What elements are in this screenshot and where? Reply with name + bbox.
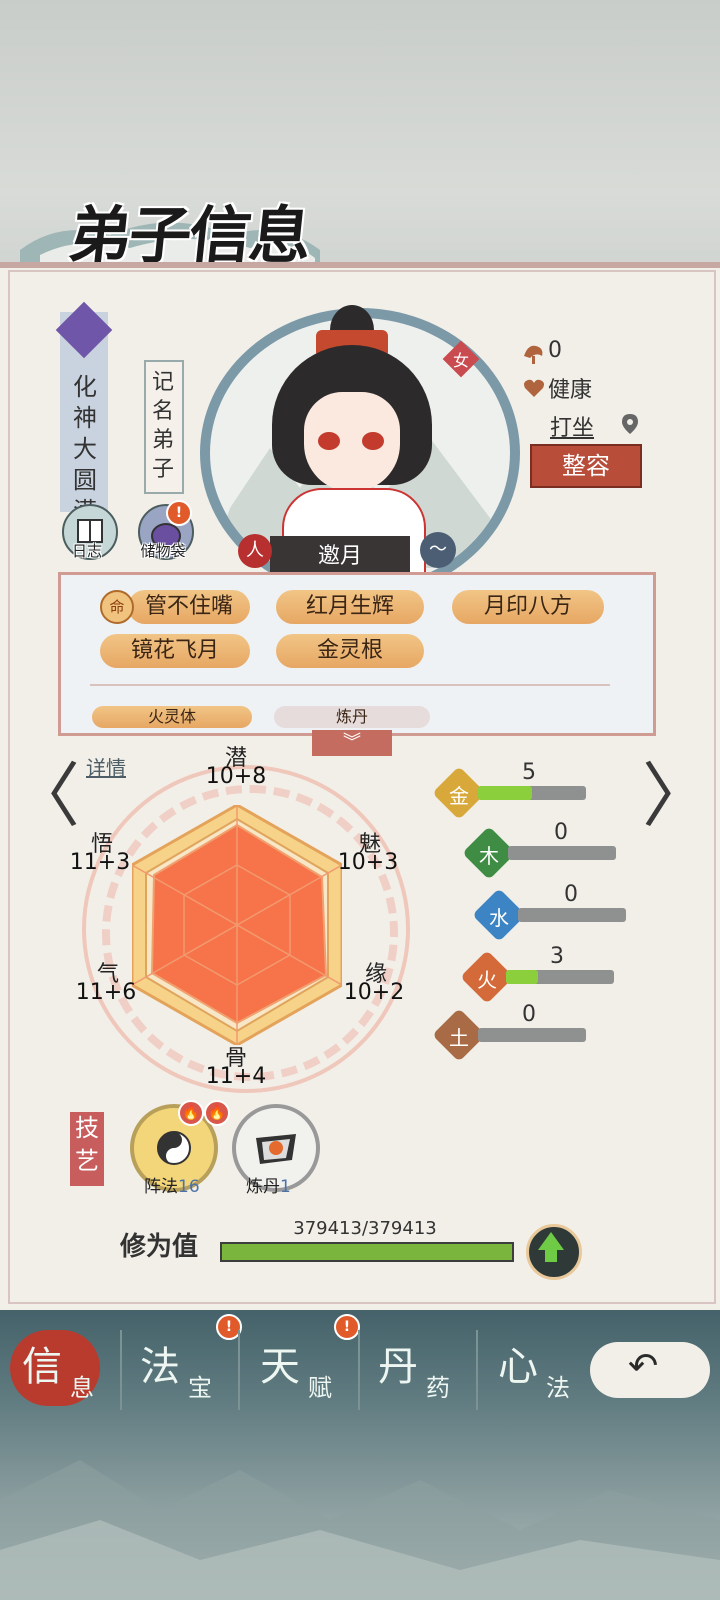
element-value: 3 xyxy=(550,944,564,969)
bag-alert-badge: ! xyxy=(166,500,192,526)
character-face xyxy=(304,392,400,492)
skills-tag: 技艺 xyxy=(70,1112,104,1186)
tab-divider xyxy=(358,1330,360,1410)
trait-chip[interactable]: 管不住嘴 xyxy=(128,590,250,624)
element-value: 0 xyxy=(564,882,578,907)
tab-divider xyxy=(476,1330,478,1410)
expand-traits-button[interactable]: ︾ xyxy=(312,730,392,756)
skill-flame-badge: 🔥 xyxy=(178,1100,204,1126)
trait-chip[interactable]: 月印八方 xyxy=(452,590,604,624)
location-pin-icon xyxy=(622,414,638,434)
skill-flame-badge: 🔥 xyxy=(204,1100,230,1126)
spirit-element-badge: 〜 xyxy=(420,532,456,568)
traits-divider xyxy=(90,684,610,686)
tab-alert-badge: ! xyxy=(334,1314,360,1340)
activity-link[interactable]: 打坐 xyxy=(550,410,594,442)
prev-disciple-button[interactable]: 〈 xyxy=(10,740,80,841)
cultivation-value: 379413/379413 xyxy=(293,1218,437,1239)
cultivation-label: 修为值 xyxy=(120,1232,199,1262)
stat-value-charm: 10+3 xyxy=(337,850,399,875)
tab-divider xyxy=(120,1330,122,1410)
trait-chip[interactable]: 红月生辉 xyxy=(276,590,424,624)
element-value: 0 xyxy=(522,1002,536,1027)
rank-text: 记名弟子 xyxy=(151,370,174,482)
mountain-scenery xyxy=(0,1460,720,1600)
up-arrow-icon xyxy=(538,1232,564,1250)
alchemy-skill-label: 炼丹1 xyxy=(246,1177,291,1197)
tab-pills[interactable]: 丹 药 xyxy=(370,1330,488,1408)
fate-icon: 命 xyxy=(100,590,134,624)
trait-chip[interactable]: 镜花飞月 xyxy=(100,634,250,668)
tab-treasure[interactable]: 法 宝 xyxy=(130,1330,248,1408)
array-skill-label: 阵法16 xyxy=(144,1177,200,1197)
up-arrow-stem xyxy=(545,1250,557,1262)
tab-divider xyxy=(238,1330,240,1410)
stat-value-bone: 11+4 xyxy=(205,1064,267,1089)
element-fill xyxy=(478,786,532,800)
heart-icon xyxy=(524,379,544,397)
tab-talent[interactable]: 天 赋 xyxy=(250,1330,368,1408)
log-label: 日志 xyxy=(71,542,102,560)
element-fill xyxy=(506,970,539,984)
attribute-radar-chart xyxy=(132,805,342,1045)
trait-chip-partial[interactable]: 炼丹 xyxy=(274,706,430,728)
stat-value-potential: 10+8 xyxy=(205,764,267,789)
stat-value-qi: 11+6 xyxy=(75,980,137,1005)
race-badge: 人 xyxy=(238,534,272,568)
mood-icon xyxy=(524,345,543,364)
details-link[interactable]: 详情 xyxy=(86,752,126,781)
next-disciple-button[interactable]: 〉 xyxy=(642,740,712,841)
cultivation-progress-bar xyxy=(220,1242,514,1262)
bag-label: 储物袋 xyxy=(140,542,186,560)
stat-value-insight: 11+3 xyxy=(69,850,131,875)
element-value: 5 xyxy=(522,760,536,785)
makeover-button[interactable]: 整容 xyxy=(530,444,642,488)
trait-chip[interactable]: 金灵根 xyxy=(276,634,424,668)
left-eye xyxy=(318,432,340,450)
element-value: 0 xyxy=(554,820,568,845)
mood-count: 0 xyxy=(548,338,562,363)
disciple-name: 邀月 xyxy=(317,544,362,569)
health-status: 健康 xyxy=(548,378,593,403)
back-arrow-icon: ↶ xyxy=(628,1346,659,1387)
stat-value-fortune: 10+2 xyxy=(343,980,405,1005)
tab-info[interactable]: 信 息 xyxy=(10,1330,128,1408)
right-eye xyxy=(362,432,384,450)
trait-chip-partial[interactable]: 火灵体 xyxy=(92,706,252,728)
gender-text: 女 xyxy=(452,351,469,370)
